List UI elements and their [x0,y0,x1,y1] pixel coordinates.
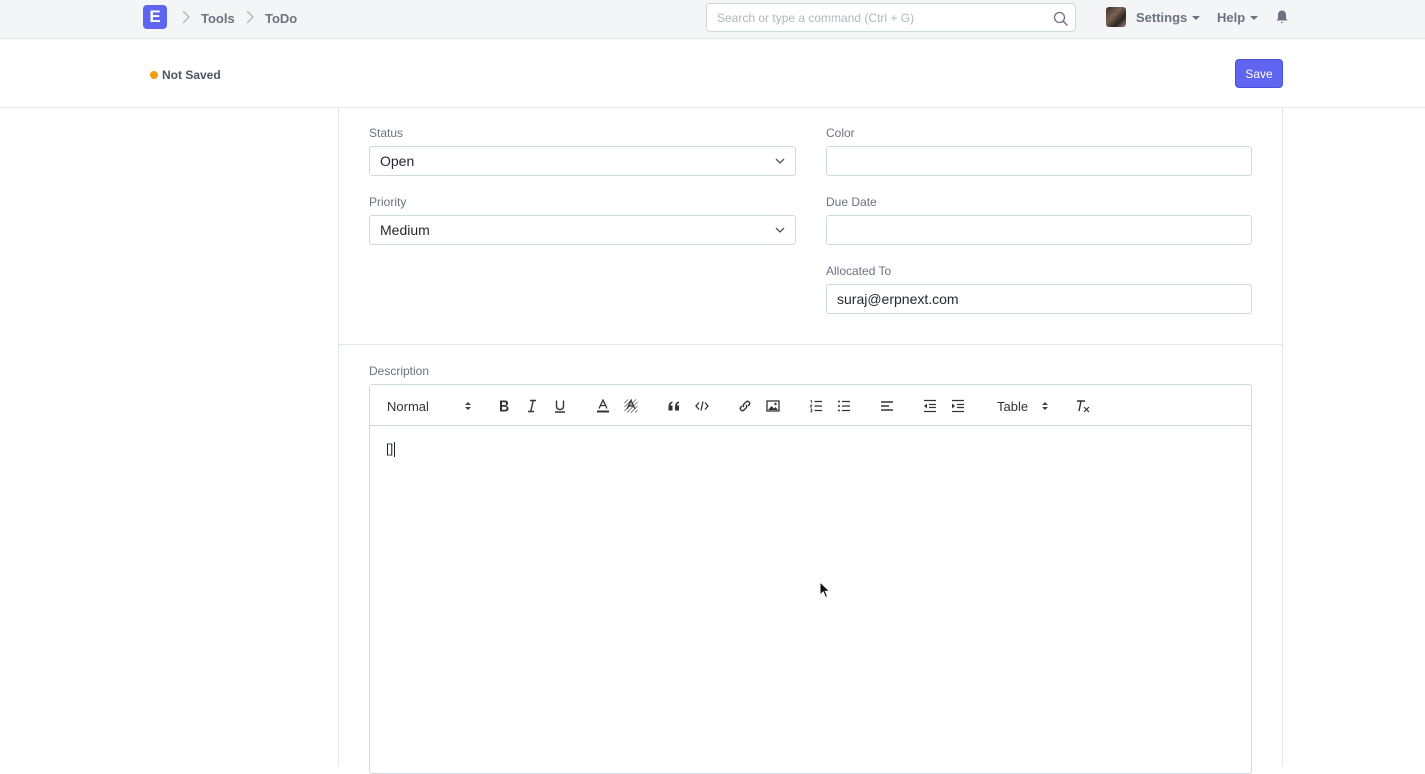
bullet-list-button[interactable] [836,397,852,415]
link-icon [739,400,751,412]
clear-format-icon [1077,400,1090,413]
chevron-right-icon [246,10,254,24]
updown-icon [1042,402,1048,410]
outdent-button[interactable] [922,397,938,415]
chevron-down-icon [775,227,785,233]
text-color-button[interactable] [595,397,611,415]
blockquote-button[interactable] [666,397,682,415]
status-value: Open [380,153,415,169]
text-color-icon [597,399,609,413]
caret-down-icon [1250,15,1259,20]
italic-icon [528,399,536,413]
help-label: Help [1217,10,1246,25]
mouse-pointer-icon [819,581,831,599]
editor-toolbar: Normal Table [370,385,1251,426]
indent-button[interactable] [950,397,966,415]
search-bar[interactable] [706,3,1076,32]
app-logo[interactable]: E [143,5,167,29]
text-caret [394,442,396,458]
settings-label: Settings [1136,10,1188,25]
priority-select[interactable]: Medium [369,215,796,245]
clear-format-button[interactable] [1074,397,1092,415]
status-select[interactable]: Open [369,146,796,176]
priority-label: Priority [369,195,407,209]
table-select-value: Table [997,398,1029,414]
caret-down-icon [1192,15,1201,20]
breadcrumb-todo[interactable]: ToDo [265,11,297,26]
user-avatar[interactable] [1106,7,1126,27]
search-input[interactable] [717,9,1037,27]
allocated-to-label: Allocated To [826,264,892,278]
section-divider [339,344,1282,345]
due-date-label: Due Date [826,195,877,209]
bullet-list-icon [838,400,850,412]
highlight-icon [624,399,638,413]
align-left-icon [881,401,893,411]
chevron-down-icon [775,158,785,164]
breadcrumb-tools[interactable]: Tools [201,11,235,26]
table-select[interactable]: Table [997,397,1049,415]
align-left-button[interactable] [879,397,895,415]
header-select[interactable]: Normal [387,397,472,415]
bold-button[interactable] [496,397,512,415]
allocated-to-input[interactable]: suraj@erpnext.com [826,284,1252,314]
image-button[interactable] [765,397,781,415]
updown-icon [465,402,471,410]
navbar: E Tools ToDo Settings Help [0,0,1425,39]
link-button[interactable] [737,397,753,415]
description-label: Description [369,364,430,378]
outdent-icon [924,399,936,413]
due-date-input[interactable] [826,215,1252,245]
bell-icon[interactable] [1275,9,1289,25]
blockquote-icon [668,401,679,411]
ordered-list-icon [809,400,822,413]
not-saved-dot [150,70,158,79]
color-input[interactable] [826,146,1252,176]
highlight-button[interactable] [623,397,639,415]
underline-icon [555,400,565,413]
chevron-right-icon [182,10,190,24]
page-head: Not Saved Save [0,39,1425,108]
status-indicator: Not Saved [150,68,221,82]
bold-icon [500,400,509,412]
priority-value: Medium [380,222,430,238]
italic-button[interactable] [524,397,540,415]
save-button[interactable]: Save [1235,59,1283,88]
color-label: Color [826,126,855,140]
search-icon[interactable] [1053,11,1069,27]
settings-dropdown[interactable]: Settings [1136,10,1201,25]
code-icon [695,401,709,411]
description-editor[interactable]: Normal Table [] [369,384,1252,774]
indent-icon [952,399,964,413]
editor-content[interactable]: [] [386,441,396,458]
status-indicator-label: Not Saved [162,68,221,82]
editor-text: [] [386,441,394,456]
header-select-value: Normal [387,398,429,414]
status-label: Status [369,126,404,140]
help-dropdown[interactable]: Help [1217,10,1259,25]
underline-button[interactable] [552,397,568,415]
ordered-list-button[interactable] [808,397,824,415]
image-icon [766,400,780,412]
code-button[interactable] [694,397,710,415]
